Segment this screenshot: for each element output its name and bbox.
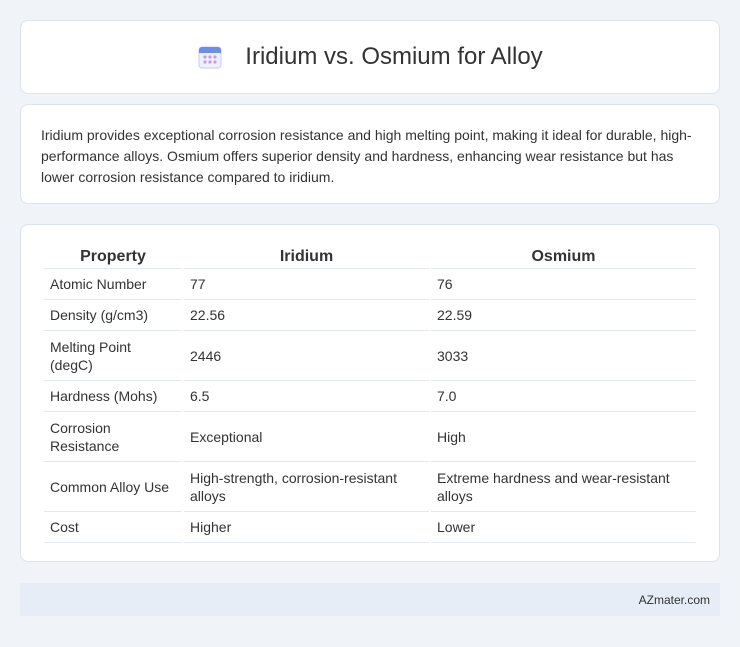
iridium-value: Higher bbox=[184, 512, 429, 543]
row-label: Atomic Number bbox=[44, 269, 182, 300]
header-iridium: Iridium bbox=[184, 245, 429, 269]
iridium-value: 6.5 bbox=[184, 381, 429, 412]
row-label: Hardness (Mohs) bbox=[44, 381, 182, 412]
comparison-table: Property Iridium Osmium Atomic Number 77… bbox=[42, 245, 698, 543]
table-row: Density (g/cm3) 22.56 22.59 bbox=[44, 300, 696, 331]
row-label: Density (g/cm3) bbox=[44, 300, 182, 331]
footer-site-link[interactable]: AZmater.com bbox=[639, 593, 710, 607]
osmium-value: Lower bbox=[431, 512, 696, 543]
osmium-value: 76 bbox=[431, 269, 696, 300]
row-label: Cost bbox=[44, 512, 182, 543]
table-row: Melting Point (degC) 2446 3033 bbox=[44, 331, 696, 381]
row-label: Corrosion Resistance bbox=[44, 412, 182, 462]
osmium-value: High bbox=[431, 412, 696, 462]
title-wrap: Iridium vs. Osmium for Alloy bbox=[197, 43, 543, 71]
calendar-icon bbox=[198, 46, 222, 69]
row-label: Melting Point (degC) bbox=[44, 331, 182, 381]
table-row: Atomic Number 77 76 bbox=[44, 269, 696, 300]
osmium-value: Extreme hardness and wear-resistant allo… bbox=[431, 462, 696, 512]
header-property: Property bbox=[44, 245, 182, 269]
osmium-value: 3033 bbox=[431, 331, 696, 381]
iridium-value: High-strength, corrosion-resistant alloy… bbox=[184, 462, 429, 512]
footer: AZmater.com bbox=[20, 583, 720, 616]
summary-card: Iridium provides exceptional corrosion r… bbox=[20, 104, 720, 204]
table-row: Corrosion Resistance Exceptional High bbox=[44, 412, 696, 462]
osmium-value: 22.59 bbox=[431, 300, 696, 331]
table-row: Common Alloy Use High-strength, corrosio… bbox=[44, 462, 696, 512]
row-label: Common Alloy Use bbox=[44, 462, 182, 512]
table-row: Hardness (Mohs) 6.5 7.0 bbox=[44, 381, 696, 412]
title-card: Iridium vs. Osmium for Alloy bbox=[20, 20, 720, 94]
iridium-value: 77 bbox=[184, 269, 429, 300]
header-osmium: Osmium bbox=[431, 245, 696, 269]
comparison-table-card: Property Iridium Osmium Atomic Number 77… bbox=[20, 224, 720, 562]
summary-text: Iridium provides exceptional corrosion r… bbox=[41, 127, 692, 185]
osmium-value: 7.0 bbox=[431, 381, 696, 412]
page-title: Iridium vs. Osmium for Alloy bbox=[245, 43, 543, 70]
iridium-value: Exceptional bbox=[184, 412, 429, 462]
iridium-value: 22.56 bbox=[184, 300, 429, 331]
table-header-row: Property Iridium Osmium bbox=[44, 245, 696, 269]
iridium-value: 2446 bbox=[184, 331, 429, 381]
table-row: Cost Higher Lower bbox=[44, 512, 696, 543]
